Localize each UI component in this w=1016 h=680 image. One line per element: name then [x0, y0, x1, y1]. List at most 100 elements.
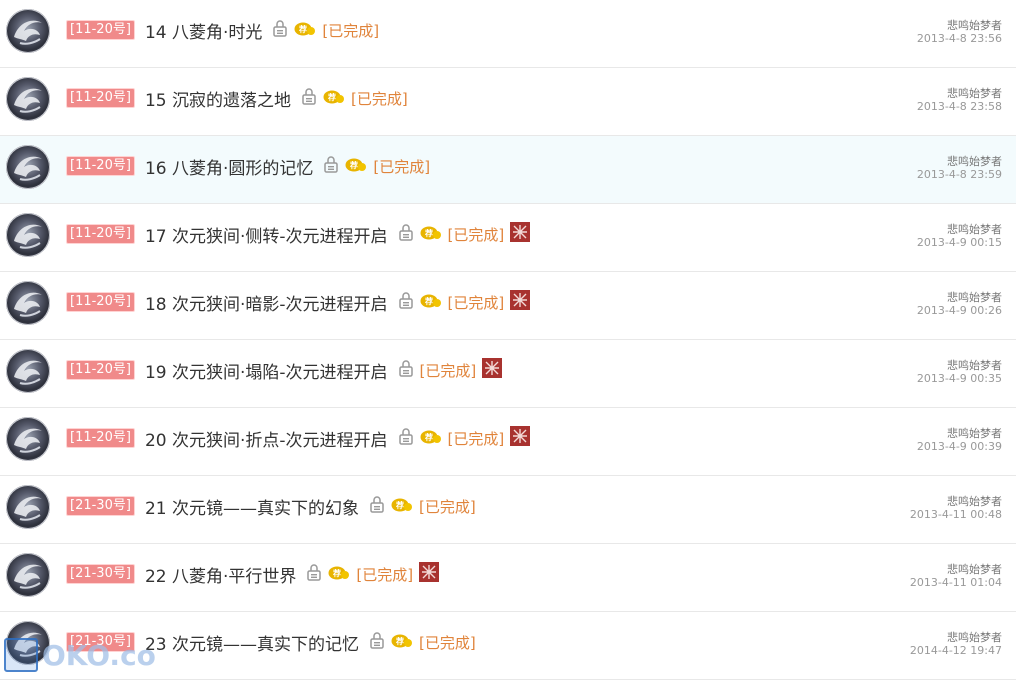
lock-icon: [394, 291, 414, 313]
thread-title-line: [21-30号] 21 次元镜——真实下的幻象 荐 [已完成]: [66, 494, 476, 519]
category-tag[interactable]: [11-20号]: [66, 88, 135, 108]
thread-title-link[interactable]: 16 八菱角·圆形的记忆: [145, 154, 313, 179]
watermark: OKO.co: [4, 638, 156, 672]
thread-title-link[interactable]: 22 八菱角·平行世界: [145, 562, 296, 587]
lock-icon: [365, 495, 385, 517]
category-tag[interactable]: [11-20号]: [66, 360, 135, 380]
svg-text:荐: 荐: [424, 296, 433, 306]
thread-row[interactable]: [11-20号] 19 次元狭间·塌陷-次元进程开启 [已完成] 悲鸣始梦者 2013-…: [0, 340, 1016, 408]
author-name[interactable]: 悲鸣始梦者: [910, 563, 1002, 576]
svg-text:荐: 荐: [327, 92, 336, 102]
post-meta: 悲鸣始梦者 2014-4-12 19:47: [910, 631, 1002, 657]
thread-title-line: [11-20号] 18 次元狭间·暗影-次元进程开启 荐 [已完成]: [66, 290, 531, 315]
avatar[interactable]: [6, 553, 50, 597]
lock-icon: [394, 359, 414, 381]
post-meta: 悲鸣始梦者 2013-4-9 00:15: [917, 223, 1002, 249]
lock-icon: [365, 631, 385, 653]
recommend-icon: 荐: [391, 633, 413, 652]
avatar[interactable]: [6, 9, 50, 53]
author-name[interactable]: 悲鸣始梦者: [917, 19, 1002, 32]
author-name[interactable]: 悲鸣始梦者: [910, 495, 1002, 508]
author-name[interactable]: 悲鸣始梦者: [910, 631, 1002, 644]
status-label: [已完成]: [322, 21, 380, 40]
author-name[interactable]: 悲鸣始梦者: [917, 359, 1002, 372]
lock-icon: [394, 427, 414, 449]
post-time: 2013-4-9 00:26: [916, 304, 1002, 317]
thread-title-link[interactable]: 17 次元狭间·侧转-次元进程开启: [145, 222, 388, 247]
category-tag[interactable]: [11-20号]: [66, 20, 135, 40]
svg-text:荐: 荐: [395, 500, 404, 510]
lock-icon: [394, 223, 414, 245]
thread-list: [11-20号] 14 八菱角·时光荐 [已完成] 悲鸣始梦者 2013-4-8 23:…: [0, 0, 1016, 680]
thread-title-link[interactable]: 14 八菱角·时光: [145, 18, 262, 43]
status-label: [已完成]: [350, 89, 408, 108]
category-tag[interactable]: [11-20号]: [66, 292, 135, 312]
thread-title-link[interactable]: 23 次元镜——真实下的记忆: [145, 630, 359, 655]
post-meta: 悲鸣始梦者 2013-4-9 00:26: [917, 291, 1002, 317]
watermark-logo-icon: [4, 638, 38, 672]
post-meta: 悲鸣始梦者 2013-4-11 01:04: [910, 563, 1002, 589]
status-label: [已完成]: [418, 497, 476, 516]
svg-text:荐: 荐: [424, 228, 433, 238]
author-name[interactable]: 悲鸣始梦者: [917, 155, 1002, 168]
post-time: 2013-4-11 01:04: [909, 576, 1002, 589]
lock-icon: [302, 563, 322, 585]
category-tag[interactable]: [11-20号]: [66, 428, 135, 448]
author-name[interactable]: 悲鸣始梦者: [917, 87, 1002, 100]
thread-row[interactable]: [11-20号] 18 次元狭间·暗影-次元进程开启 荐 [已完成] 悲鸣始梦者 2013…: [0, 272, 1016, 340]
post-time: 2013-4-8 23:58: [916, 100, 1002, 113]
post-meta: 悲鸣始梦者 2013-4-9 00:39: [917, 427, 1002, 453]
thread-row[interactable]: [11-20号] 20 次元狭间·折点-次元进程开启 荐 [已完成] 悲鸣始梦者 2013…: [0, 408, 1016, 476]
avatar[interactable]: [6, 281, 50, 325]
special-badge-icon: [482, 358, 503, 382]
author-name[interactable]: 悲鸣始梦者: [917, 427, 1002, 440]
avatar[interactable]: [6, 145, 50, 189]
category-tag[interactable]: [11-20号]: [66, 156, 135, 176]
recommend-icon: 荐: [345, 157, 367, 176]
thread-title-line: [11-20号] 17 次元狭间·侧转-次元进程开启 荐 [已完成]: [66, 222, 531, 247]
status-label: [已完成]: [356, 565, 414, 584]
thread-title-link[interactable]: 19 次元狭间·塌陷-次元进程开启: [145, 358, 388, 383]
status-label: [已完成]: [447, 293, 505, 312]
thread-title-link[interactable]: 21 次元镜——真实下的幻象: [145, 494, 359, 519]
lock-icon: [297, 87, 317, 109]
avatar[interactable]: [6, 417, 50, 461]
thread-row[interactable]: [11-20号] 16 八菱角·圆形的记忆 荐 [已完成] 悲鸣始梦者 2013-4-8 …: [0, 136, 1016, 204]
author-name[interactable]: 悲鸣始梦者: [917, 223, 1002, 236]
post-time: 2013-4-9 00:39: [916, 440, 1002, 453]
avatar[interactable]: [6, 213, 50, 257]
thread-row[interactable]: [11-20号] 14 八菱角·时光 荐 [已完成] 悲鸣始梦者 2013-4-8 23:…: [0, 0, 1016, 68]
post-time: 2013-4-9 00:15: [916, 236, 1002, 249]
svg-text:荐: 荐: [395, 636, 404, 646]
special-badge-icon: [510, 222, 531, 246]
recommend-icon: 荐: [420, 225, 442, 244]
avatar[interactable]: [6, 485, 50, 529]
thread-title-link[interactable]: 15 沉寂的遗落之地: [145, 86, 291, 111]
thread-row[interactable]: [11-20号] 15 沉寂的遗落之地 荐 [已完成] 悲鸣始梦者 2013-4-8 23…: [0, 68, 1016, 136]
post-meta: 悲鸣始梦者 2013-4-9 00:35: [917, 359, 1002, 385]
status-label: [已完成]: [447, 429, 505, 448]
thread-title-line: [11-20号] 16 八菱角·圆形的记忆 荐 [已完成]: [66, 154, 430, 179]
svg-text:荐: 荐: [332, 568, 341, 578]
thread-title-line: [11-20号] 19 次元狭间·塌陷-次元进程开启 [已完成]: [66, 358, 503, 383]
recommend-icon: 荐: [391, 497, 413, 516]
category-tag[interactable]: [11-20号]: [66, 224, 135, 244]
recommend-icon: 荐: [328, 565, 350, 584]
thread-title-line: [11-20号] 20 次元狭间·折点-次元进程开启 荐 [已完成]: [66, 426, 531, 451]
author-name[interactable]: 悲鸣始梦者: [917, 291, 1002, 304]
thread-row[interactable]: [21-30号] 21 次元镜——真实下的幻象 荐 [已完成] 悲鸣始梦者 2013-4-…: [0, 476, 1016, 544]
category-tag[interactable]: [21-30号]: [66, 496, 135, 516]
thread-row[interactable]: [21-30号] 22 八菱角·平行世界 荐 [已完成] 悲鸣始梦者 2013-4-11 …: [0, 544, 1016, 612]
post-time: 2013-4-8 23:59: [916, 168, 1002, 181]
category-tag[interactable]: [21-30号]: [66, 564, 135, 584]
recommend-icon: 荐: [420, 429, 442, 448]
avatar[interactable]: [6, 77, 50, 121]
avatar[interactable]: [6, 349, 50, 393]
thread-title-link[interactable]: 20 次元狭间·折点-次元进程开启: [145, 426, 388, 451]
status-label: [已完成]: [418, 633, 476, 652]
thread-row[interactable]: [11-20号] 17 次元狭间·侧转-次元进程开启 荐 [已完成] 悲鸣始梦者 2013…: [0, 204, 1016, 272]
thread-title-link[interactable]: 18 次元狭间·暗影-次元进程开启: [145, 290, 388, 315]
post-meta: 悲鸣始梦者 2013-4-8 23:58: [917, 87, 1002, 113]
post-time: 2014-4-12 19:47: [909, 644, 1002, 657]
post-time: 2013-4-8 23:56: [916, 32, 1002, 45]
